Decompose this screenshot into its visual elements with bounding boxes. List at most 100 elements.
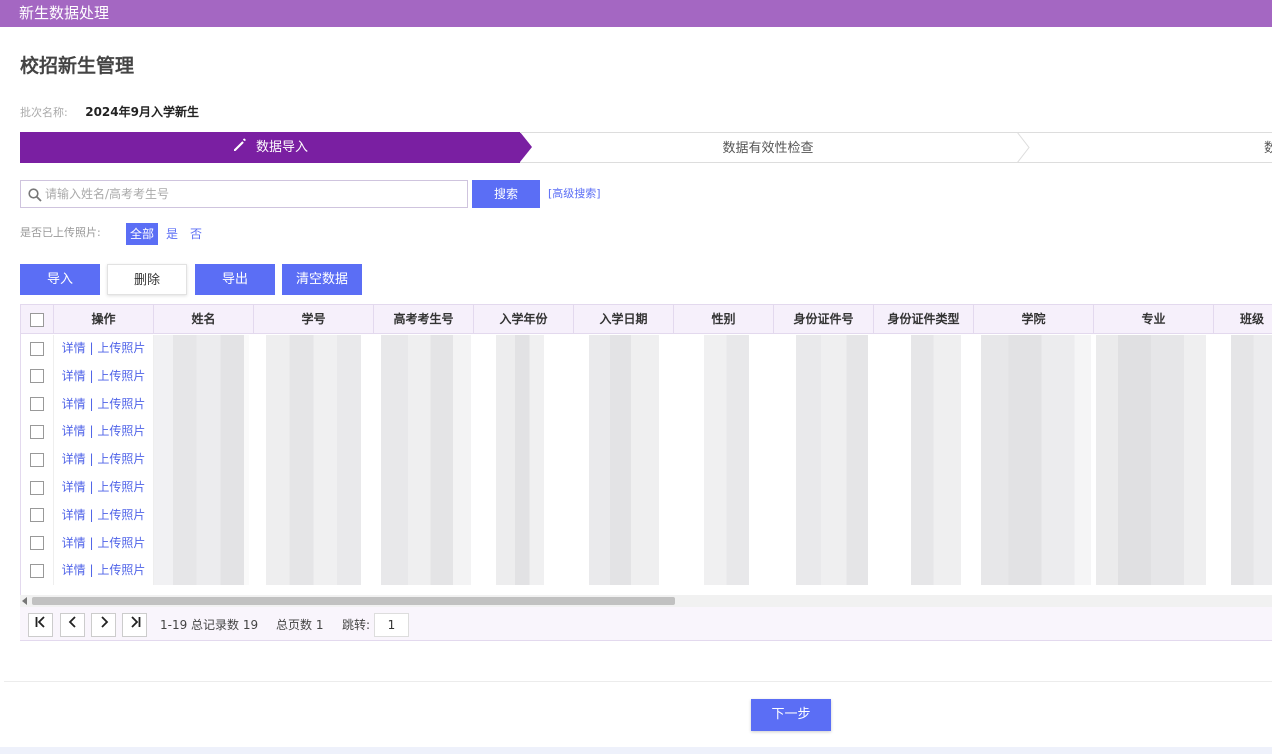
step-progress: 数据导入 数据有效性检查 数 xyxy=(20,132,1272,163)
photo-filter: 是否已上传照片: 全部 是 否 xyxy=(20,223,202,245)
detail-link[interactable]: 详情 xyxy=(62,341,86,355)
col-header[interactable]: 学号 xyxy=(254,305,374,334)
action-separator: | xyxy=(85,563,98,578)
col-header[interactable]: 姓名 xyxy=(154,305,254,334)
row-checkbox[interactable] xyxy=(30,563,44,578)
upload-photo-link[interactable]: 上传照片 xyxy=(97,424,145,438)
row-select-cell xyxy=(21,557,54,586)
step-third[interactable]: 数 xyxy=(1016,132,1272,163)
next-step-button[interactable]: 下一步 xyxy=(751,699,831,731)
detail-link[interactable]: 详情 xyxy=(62,424,86,438)
detail-link[interactable]: 详情 xyxy=(62,480,86,494)
pagination: 1-19 总记录数 19 总页数 1 跳转: 1 xyxy=(20,607,1272,641)
row-select-cell xyxy=(21,474,54,502)
footer-divider xyxy=(4,681,1272,682)
filter-yes[interactable]: 是 xyxy=(166,223,178,245)
col-header[interactable]: 专业 xyxy=(1094,305,1214,334)
jump-input[interactable]: 1 xyxy=(374,613,409,637)
col-header[interactable]: 班级 xyxy=(1214,305,1272,334)
bottom-strip xyxy=(0,747,1272,754)
pencil-icon xyxy=(232,134,248,165)
batch-info: 批次名称: 2024年9月入学新生 xyxy=(20,103,199,120)
upload-photo-link[interactable]: 上传照片 xyxy=(97,452,145,466)
upload-photo-link[interactable]: 上传照片 xyxy=(97,341,145,355)
row-checkbox[interactable] xyxy=(30,452,44,467)
row-actions: 详情 | 上传照片 xyxy=(54,474,154,502)
upload-photo-link[interactable]: 上传照片 xyxy=(97,397,145,411)
search-field[interactable] xyxy=(20,180,468,208)
search-icon xyxy=(28,187,42,206)
upload-photo-link[interactable]: 上传照片 xyxy=(97,508,145,522)
table-row: 详情 | 上传照片 xyxy=(21,335,1272,363)
row-checkbox[interactable] xyxy=(30,508,44,523)
col-header[interactable]: 操作 xyxy=(54,305,154,334)
import-button[interactable]: 导入 xyxy=(20,264,100,295)
table-header: 操作 姓名 学号 高考考生号 入学年份 入学日期 性别 身份证件号 身份证件类型… xyxy=(21,304,1272,334)
prev-page-button[interactable] xyxy=(60,613,85,637)
batch-label: 批次名称: xyxy=(20,106,68,119)
col-header[interactable]: 高考考生号 xyxy=(374,305,474,334)
action-separator: | xyxy=(85,396,98,411)
row-checkbox[interactable] xyxy=(30,341,44,356)
row-select-cell xyxy=(21,335,54,363)
table-row: 详情 | 上传照片 xyxy=(21,557,1272,586)
row-checkbox[interactable] xyxy=(30,369,44,384)
row-actions: 详情 | 上传照片 xyxy=(54,362,154,391)
detail-link[interactable]: 详情 xyxy=(62,452,86,466)
detail-link[interactable]: 详情 xyxy=(62,536,86,550)
row-checkbox[interactable] xyxy=(30,424,44,439)
row-actions: 详情 | 上传照片 xyxy=(54,557,154,586)
search-input[interactable] xyxy=(45,184,455,204)
col-header[interactable]: 性别 xyxy=(674,305,774,334)
next-page-button[interactable] xyxy=(91,613,116,637)
detail-link[interactable]: 详情 xyxy=(62,397,86,411)
row-checkbox[interactable] xyxy=(30,480,44,495)
first-page-icon xyxy=(35,616,45,628)
upload-photo-link[interactable]: 上传照片 xyxy=(97,536,145,550)
filter-no[interactable]: 否 xyxy=(190,223,202,245)
main-panel: 校招新生管理 批次名称: 2024年9月入学新生 数据导入 数据有效性检查 数 … xyxy=(4,27,1272,747)
detail-link[interactable]: 详情 xyxy=(62,369,86,383)
row-checkbox[interactable] xyxy=(30,536,44,551)
step-validity-check[interactable]: 数据有效性检查 xyxy=(520,132,1016,163)
select-all-checkbox[interactable] xyxy=(30,312,44,327)
last-page-button[interactable] xyxy=(122,613,147,637)
col-header[interactable]: 身份证件号 xyxy=(774,305,874,334)
scrollbar-thumb[interactable] xyxy=(32,597,675,605)
table-row: 详情 | 上传照片 xyxy=(21,446,1272,474)
row-actions: 详情 | 上传照片 xyxy=(54,418,154,447)
row-select-cell xyxy=(21,529,54,558)
clear-data-button[interactable]: 清空数据 xyxy=(282,264,362,295)
scroll-left-icon[interactable] xyxy=(22,597,27,605)
step-label: 数据导入 xyxy=(255,140,308,155)
col-header[interactable]: 身份证件类型 xyxy=(874,305,974,334)
row-checkbox[interactable] xyxy=(30,397,44,412)
record-summary: 1-19 总记录数 19 xyxy=(160,618,259,632)
table-row: 详情 | 上传照片 xyxy=(21,362,1272,391)
col-header[interactable]: 学院 xyxy=(974,305,1094,334)
detail-link[interactable]: 详情 xyxy=(62,508,86,522)
upload-photo-link[interactable]: 上传照片 xyxy=(97,369,145,383)
first-page-button[interactable] xyxy=(28,613,53,637)
chevron-right-icon xyxy=(100,616,108,628)
row-actions: 详情 | 上传照片 xyxy=(54,446,154,474)
filter-all[interactable]: 全部 xyxy=(126,223,158,245)
table-row: 详情 | 上传照片 xyxy=(21,390,1272,419)
row-select-cell xyxy=(21,501,54,530)
horizontal-scrollbar[interactable] xyxy=(20,595,1272,607)
delete-button[interactable]: 删除 xyxy=(107,264,187,295)
col-header[interactable]: 入学日期 xyxy=(574,305,674,334)
advanced-search-link[interactable]: [高级搜索] xyxy=(548,185,601,201)
step-data-import[interactable]: 数据导入 xyxy=(20,132,520,163)
col-header[interactable]: 入学年份 xyxy=(474,305,574,334)
detail-link[interactable]: 详情 xyxy=(62,563,86,577)
search-button[interactable]: 搜索 xyxy=(472,180,540,208)
upload-photo-link[interactable]: 上传照片 xyxy=(97,480,145,494)
row-actions: 详情 | 上传照片 xyxy=(54,390,154,419)
last-page-icon xyxy=(130,616,140,628)
export-button[interactable]: 导出 xyxy=(195,264,275,295)
action-separator: | xyxy=(85,452,98,467)
select-all-cell xyxy=(21,305,54,334)
upload-photo-link[interactable]: 上传照片 xyxy=(97,563,145,577)
step-label: 数据有效性检查 xyxy=(722,141,814,156)
